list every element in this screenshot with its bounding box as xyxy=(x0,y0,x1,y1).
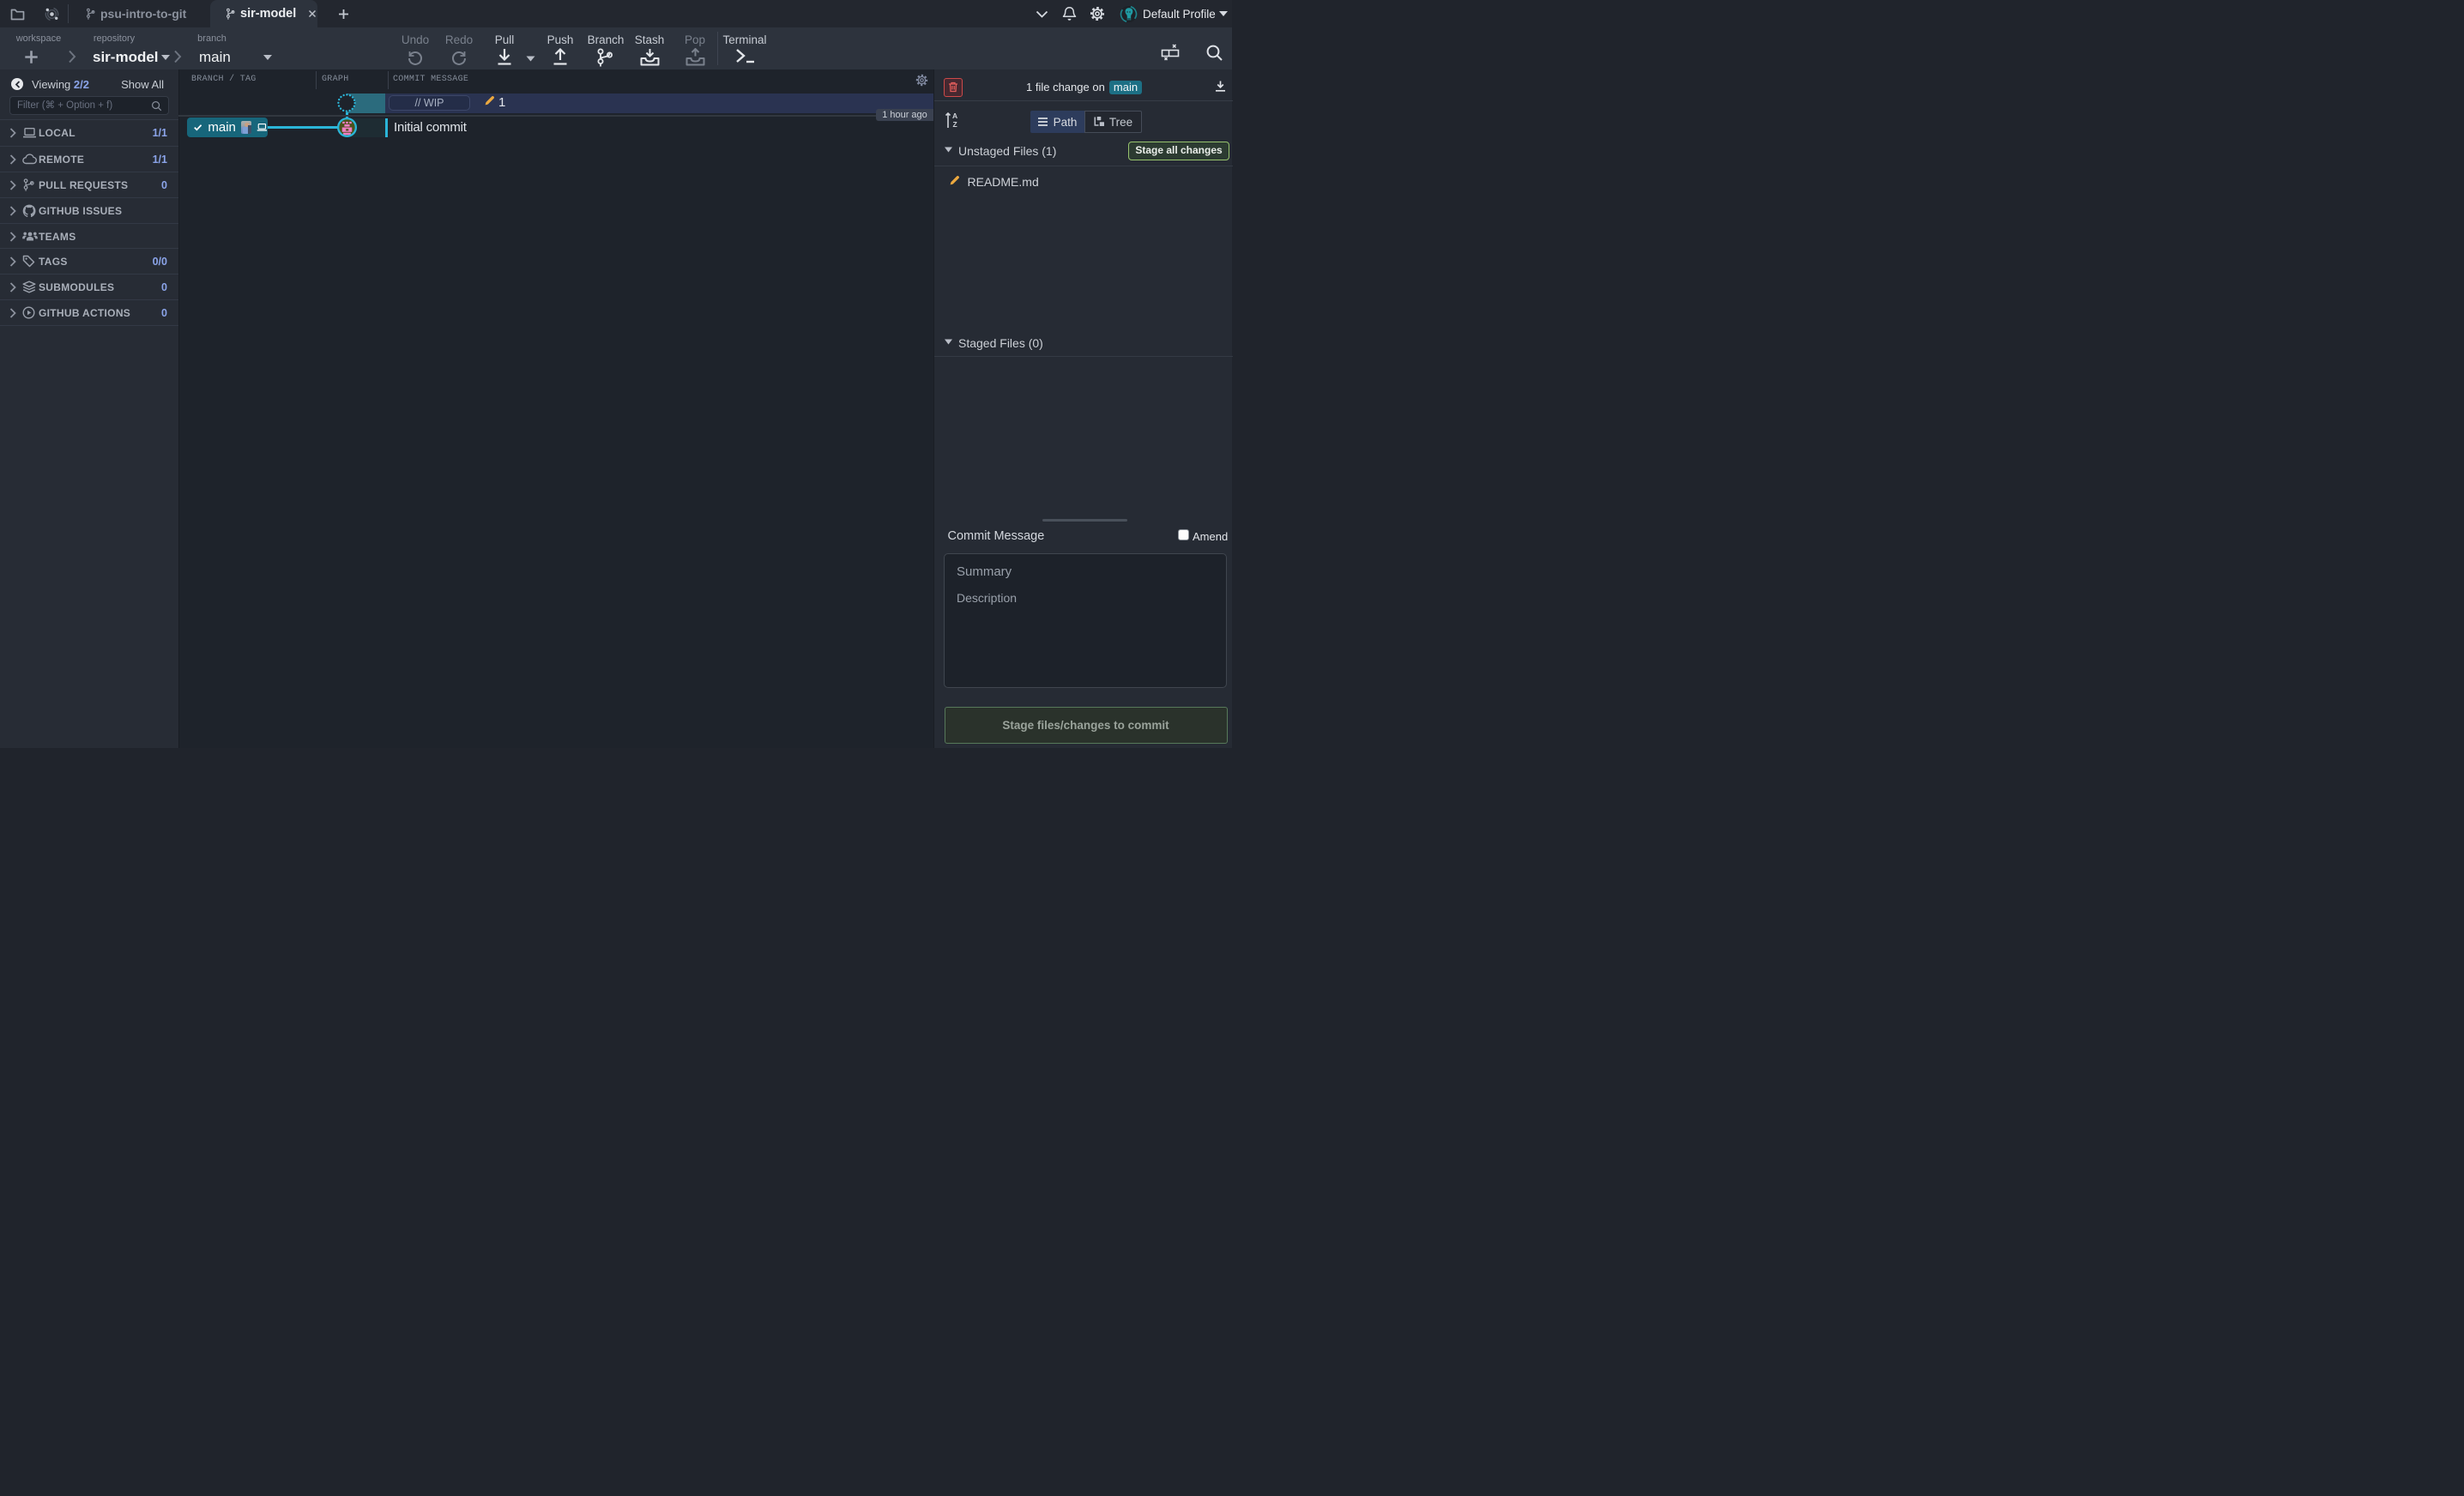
svg-text:Z: Z xyxy=(953,120,957,129)
svg-text:A: A xyxy=(952,112,957,120)
